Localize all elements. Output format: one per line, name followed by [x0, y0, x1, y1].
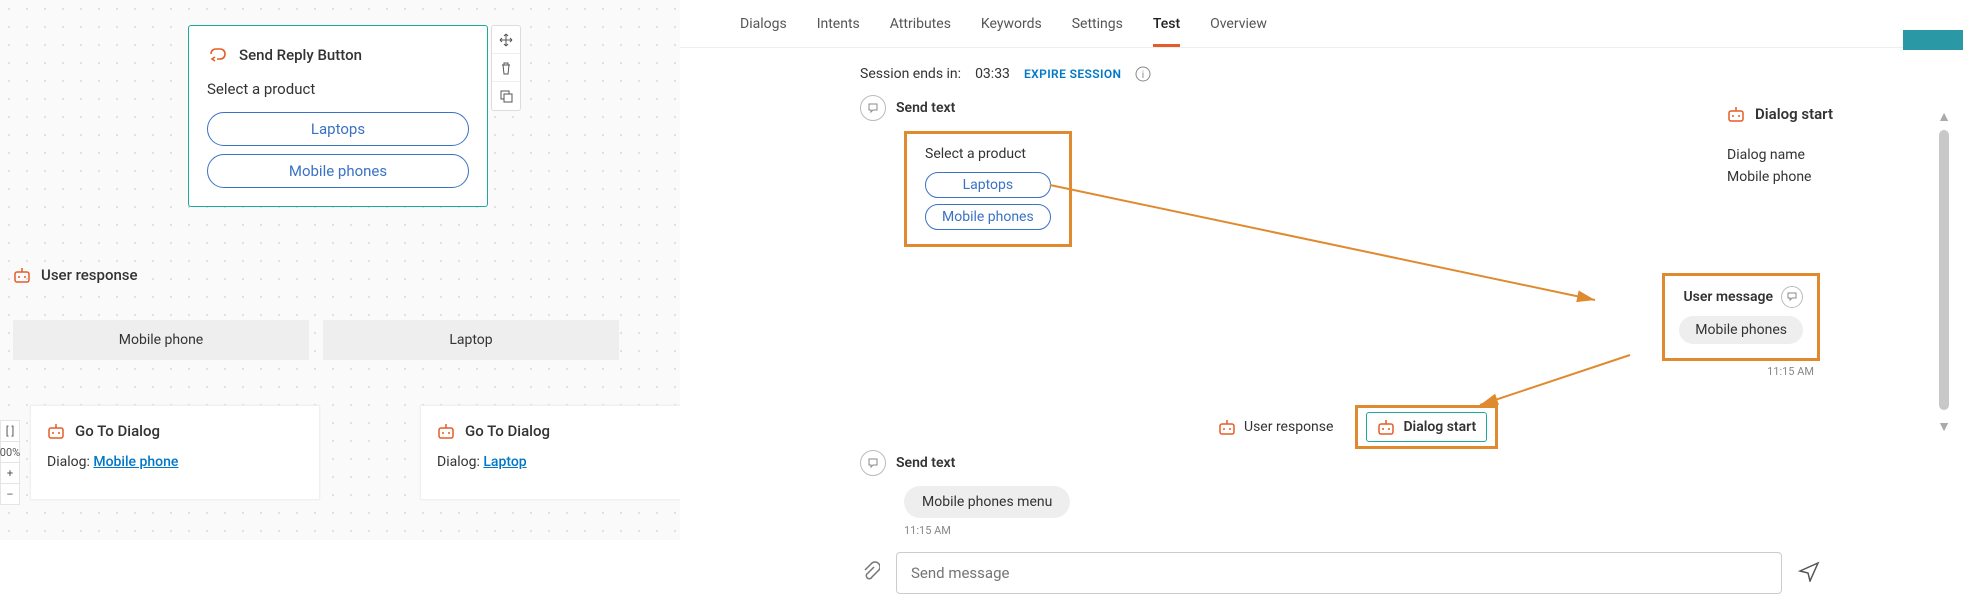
chip-user-response[interactable]: User response: [1210, 414, 1341, 440]
tab-keywords[interactable]: Keywords: [981, 10, 1042, 47]
bot-prompt-text: Select a product: [925, 146, 1051, 162]
dialog-start-panel: Dialog start Dialog name Mobile phone: [1703, 105, 1963, 185]
user-message-label: User message: [1683, 289, 1773, 305]
bot-prompt-box: Select a product Laptops Mobile phones: [904, 131, 1072, 247]
card-button-phones[interactable]: Mobile phones: [207, 154, 469, 188]
zoom-in[interactable]: +: [0, 462, 20, 484]
zoom-pct: 00%: [0, 441, 20, 463]
message-input[interactable]: [896, 552, 1782, 594]
send-text-label: Send text: [896, 455, 955, 471]
chat-icon: [1781, 286, 1803, 308]
svg-text:i: i: [1142, 70, 1144, 81]
send-text-icon: [860, 95, 886, 121]
bot-ts: 11:15 AM: [904, 524, 1070, 537]
card-toolbar: [491, 25, 521, 111]
user-response-node[interactable]: User response: [13, 266, 138, 284]
bot-icon: [1218, 418, 1236, 436]
goto-title: Go To Dialog: [465, 422, 550, 440]
session-time: 03:33: [975, 66, 1010, 82]
bot-menu-bubble: Mobile phones menu: [904, 486, 1070, 518]
tab-attributes[interactable]: Attributes: [890, 10, 951, 47]
chat-column: Send text Select a product Laptops Mobil…: [860, 95, 1820, 612]
zoom-out[interactable]: –: [0, 483, 20, 505]
bot-option-phones[interactable]: Mobile phones: [925, 204, 1051, 230]
user-message-block: User message Mobile phones 11:15 AM: [1662, 273, 1820, 378]
goto-link-laptop[interactable]: Laptop: [483, 454, 526, 470]
side-title: Dialog start: [1755, 105, 1833, 123]
panel-chip[interactable]: [1903, 30, 1963, 50]
message-input-row: [860, 552, 1820, 594]
tab-overview[interactable]: Overview: [1210, 10, 1267, 47]
send-text-label: Send text: [896, 100, 955, 116]
user-response-laptop[interactable]: Laptop: [323, 320, 619, 360]
send-reply-button-card[interactable]: Send Reply Button Select a product Lapto…: [188, 25, 488, 207]
side-name-value: Mobile phone: [1727, 169, 1939, 185]
scroll-down-icon[interactable]: ▼: [1937, 418, 1951, 435]
chip-dialog-start[interactable]: Dialog start: [1366, 412, 1487, 442]
test-panel: Dialogs Intents Attributes Keywords Sett…: [680, 0, 1963, 612]
side-name-label: Dialog name: [1727, 147, 1939, 163]
tab-settings[interactable]: Settings: [1072, 10, 1123, 47]
tab-intents[interactable]: Intents: [817, 10, 860, 47]
card-button-laptops[interactable]: Laptops: [207, 112, 469, 146]
goto-dialog-card-laptop[interactable]: Go To Dialog Dialog: Laptop: [420, 405, 710, 500]
chip-dialog-start-outer: Dialog start: [1355, 405, 1498, 449]
bot-icon: [1727, 105, 1745, 123]
bot-send-text-2: Send text Mobile phones menu 11:15 AM: [860, 450, 1070, 537]
move-icon[interactable]: [492, 26, 520, 54]
goto-label: Dialog:: [47, 454, 90, 470]
flow-canvas[interactable]: Send Reply Button Select a product Lapto…: [0, 0, 680, 540]
session-bar: Session ends in: 03:33 EXPIRE SESSION i: [680, 48, 1963, 82]
copy-icon[interactable]: [492, 82, 520, 110]
delete-icon[interactable]: [492, 54, 520, 82]
send-icon[interactable]: [1798, 560, 1820, 586]
reply-button-icon: [207, 44, 229, 66]
bot-send-text-1: Send text Select a product Laptops Mobil…: [860, 95, 1820, 247]
zoom-controls: [ ] 00% + –: [0, 420, 20, 504]
expire-session-link[interactable]: EXPIRE SESSION: [1024, 67, 1121, 81]
info-icon[interactable]: i: [1135, 66, 1151, 82]
user-response-label: User response: [41, 266, 138, 284]
bot-icon: [13, 266, 31, 284]
bot-icon: [1377, 418, 1395, 436]
zoom-fit[interactable]: [ ]: [0, 420, 20, 442]
goto-dialog-card-mobile[interactable]: Go To Dialog Dialog: Mobile phone: [30, 405, 320, 500]
goto-label: Dialog:: [437, 454, 480, 470]
tab-test[interactable]: Test: [1153, 10, 1180, 47]
attach-icon[interactable]: [860, 561, 880, 585]
tab-dialogs[interactable]: Dialogs: [740, 10, 787, 47]
bot-icon: [47, 422, 65, 440]
user-message-ts: 11:15 AM: [1662, 365, 1820, 378]
send-text-icon: [860, 450, 886, 476]
action-chips: User response Dialog start: [1210, 405, 1498, 449]
card-title: Send Reply Button: [239, 46, 362, 64]
session-label: Session ends in:: [860, 66, 961, 82]
goto-link-mobile[interactable]: Mobile phone: [93, 454, 178, 470]
tabs: Dialogs Intents Attributes Keywords Sett…: [680, 0, 1963, 48]
goto-title: Go To Dialog: [75, 422, 160, 440]
bot-icon: [437, 422, 455, 440]
card-subtitle: Select a product: [207, 80, 469, 98]
bot-option-laptops[interactable]: Laptops: [925, 172, 1051, 198]
user-response-mobile[interactable]: Mobile phone: [13, 320, 309, 360]
user-message-bubble: Mobile phones: [1679, 316, 1803, 344]
